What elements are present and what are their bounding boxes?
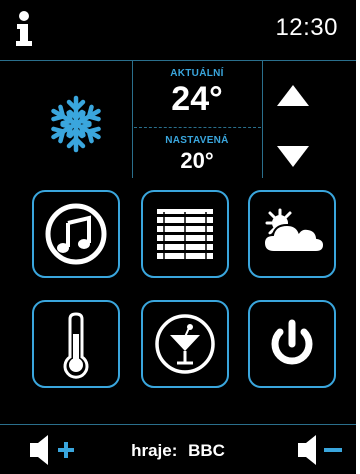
clock: 12:30: [275, 14, 338, 41]
music-tile[interactable]: [32, 190, 120, 278]
climate-divider-left: [132, 60, 133, 178]
temp-divider: [134, 127, 261, 128]
weather-icon: [262, 208, 326, 253]
info-icon[interactable]: [10, 10, 38, 48]
blinds-tile[interactable]: [141, 190, 229, 278]
thermometer-tile[interactable]: [32, 300, 120, 388]
station-name: BBC: [188, 441, 225, 460]
current-temp-label: AKTUÁLNÍ: [170, 68, 224, 79]
header-divider: [0, 60, 356, 61]
power-icon: [271, 319, 313, 365]
arrow-down-icon[interactable]: [275, 142, 311, 170]
cocktail-icon: [155, 314, 215, 374]
music-icon: [45, 203, 107, 265]
weather-tile[interactable]: [248, 190, 336, 278]
volume-down-icon[interactable]: [296, 433, 346, 467]
thermometer-icon: [63, 312, 89, 379]
footer-divider: [0, 424, 356, 425]
blinds-icon: [157, 209, 213, 259]
set-temp-label: NASTAVENÁ: [165, 135, 229, 146]
arrow-up-icon[interactable]: [275, 82, 311, 110]
cocktail-tile[interactable]: [141, 300, 229, 388]
now-playing-label: hraje:: [131, 441, 178, 460]
power-tile[interactable]: [248, 300, 336, 388]
now-playing: hraje: BBC: [100, 441, 256, 461]
volume-up-icon[interactable]: [28, 433, 78, 467]
set-temp-value: 20°: [180, 148, 214, 173]
control-panel: 12:30 AKTUÁLNÍ 24° NASTAVENÁ 20° hraje: …: [0, 0, 356, 474]
current-temp-value: 24°: [171, 80, 223, 118]
snowflake-icon: [46, 95, 106, 154]
climate-divider-right: [262, 60, 263, 178]
